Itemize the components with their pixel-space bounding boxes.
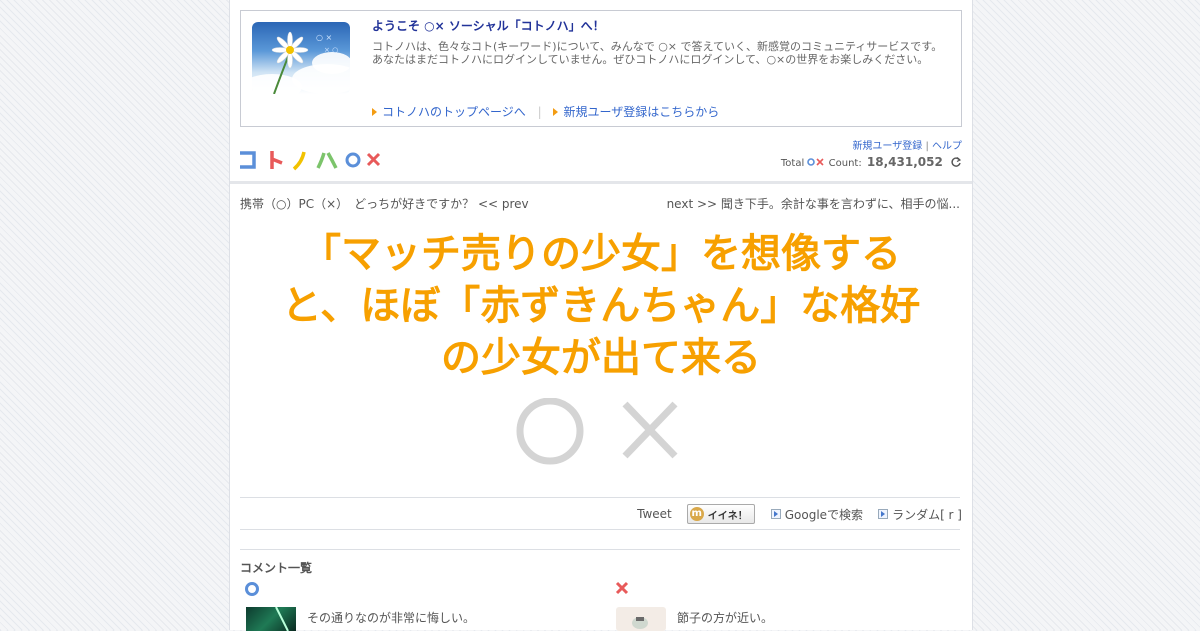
link-separator: | xyxy=(537,105,542,119)
welcome-photo: ○ × × ○ xyxy=(252,22,350,94)
comment-o-text: その通りなのが非常に悔しい。 xyxy=(307,611,476,625)
svg-text:× ○: × ○ xyxy=(324,46,338,54)
vote-buttons xyxy=(515,397,695,472)
header-register-link[interactable]: 新規ユーザ登録 xyxy=(852,141,922,152)
play-icon xyxy=(878,509,889,519)
random-link[interactable]: ランダム[ r ] xyxy=(892,506,962,523)
share-bar: Tweet m イイネ！ Googleで検索 ランダム[ r ] xyxy=(637,504,962,524)
arrow-icon xyxy=(372,108,377,116)
site-logo[interactable] xyxy=(238,148,388,172)
ox-small-icon xyxy=(807,158,825,166)
iine-label: イイネ！ xyxy=(707,510,748,522)
headline-line2: と、ほぼ「赤ずきんちゃん」な格好 xyxy=(281,283,921,329)
prev-link[interactable]: 携帯（○）PC（×） どっちが好きですか？ << prev xyxy=(240,195,529,212)
x-icon xyxy=(622,401,678,459)
count-value: 18,431,052 xyxy=(866,155,943,169)
divider xyxy=(240,549,960,550)
vote-o-button[interactable] xyxy=(516,397,584,465)
comments-title: コメント一覧 xyxy=(240,561,313,575)
vote-x-button[interactable] xyxy=(622,401,678,459)
comment-x-text: 節子の方が近い。 xyxy=(677,611,774,625)
avatar[interactable] xyxy=(246,607,296,631)
headline-line3: の少女が出て来る xyxy=(441,335,761,381)
headline-line1: 「マッチ売りの少女」を想像する xyxy=(301,231,901,277)
register-link[interactable]: 新規ユーザ登録はこちらから xyxy=(563,105,719,119)
total-count: Total Count: 18,431,052 xyxy=(781,155,962,169)
divider xyxy=(240,529,960,530)
daisy-icon: ○ × × ○ xyxy=(271,31,338,94)
iine-button[interactable]: m イイネ！ xyxy=(686,504,755,524)
x-column-icon xyxy=(615,581,629,595)
play-icon xyxy=(770,509,781,519)
welcome-desc-line1: コトノハは、色々なコト(キーワード)について、みんなで ○× で答えていく、新感… xyxy=(372,40,943,53)
welcome-box: ○ × × ○ ようこそ ○× ソーシャル「コトノハ」へ！ コトノハは、色々なコ… xyxy=(240,10,962,127)
tweet-button[interactable]: Tweet xyxy=(637,507,672,521)
total-label: Total xyxy=(780,158,805,169)
google-search-link[interactable]: Googleで検索 xyxy=(785,506,863,523)
arrow-icon xyxy=(553,108,559,116)
welcome-desc-line2: あなたはまだコトノハにログインしていません。ぜひコトノハにログインして、○×の世… xyxy=(372,53,929,66)
help-link[interactable]: ヘルプ xyxy=(932,141,962,152)
svg-text:○ ×: ○ × xyxy=(316,33,332,42)
header-separator: | xyxy=(925,141,929,152)
count-label: Count: xyxy=(828,158,862,169)
welcome-description: コトノハは、色々なコト(キーワード)について、みんなで ○× で答えていく、新感… xyxy=(372,40,947,66)
keyword-headline: 「マッチ売りの少女」を想像する と、ほぼ「赤ずきんちゃん」な格好 の少女が出て来… xyxy=(250,228,952,384)
refresh-icon[interactable] xyxy=(950,156,962,168)
page-container: ○ × × ○ ようこそ ○× ソーシャル「コトノハ」へ！ コトノハは、色々なコ… xyxy=(229,0,973,631)
mixi-icon: m xyxy=(689,507,704,521)
o-column-icon xyxy=(245,582,259,596)
next-link[interactable]: next >> 聞き下手。余計な事を言わずに、相手の悩... xyxy=(667,195,960,212)
welcome-links: コトノハのトップページへ | 新規ユーザ登録はこちらから xyxy=(372,103,719,120)
header-links: 新規ユーザ登録 | ヘルプ xyxy=(852,137,962,152)
divider xyxy=(240,497,960,498)
top-page-link[interactable]: コトノハのトップページへ xyxy=(382,105,526,119)
o-icon xyxy=(516,397,584,465)
header-divider xyxy=(230,181,972,184)
kotonoha-logo-icon xyxy=(240,151,381,171)
avatar[interactable] xyxy=(616,607,666,631)
welcome-title: ようこそ ○× ソーシャル「コトノハ」へ！ xyxy=(372,19,605,33)
